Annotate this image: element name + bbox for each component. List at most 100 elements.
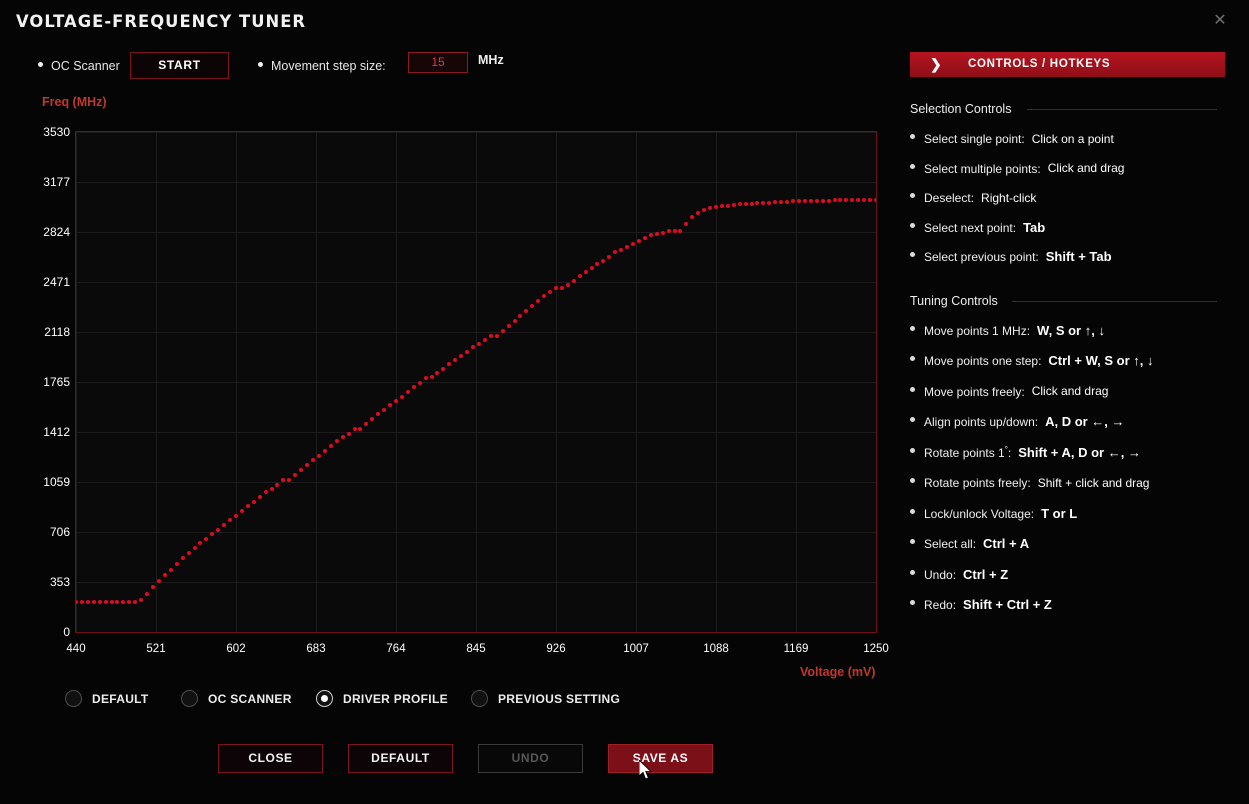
curve-point[interactable] bbox=[86, 600, 90, 604]
curve-point[interactable] bbox=[435, 371, 439, 375]
close-button[interactable]: CLOSE bbox=[218, 744, 323, 773]
curve-point[interactable] bbox=[501, 329, 505, 333]
curve-point[interactable] bbox=[821, 199, 825, 203]
curve-point[interactable] bbox=[382, 408, 386, 412]
curve-point[interactable] bbox=[827, 199, 831, 203]
curve-point[interactable] bbox=[299, 468, 303, 472]
curve-point[interactable] bbox=[862, 198, 866, 202]
curve-point[interactable] bbox=[495, 334, 499, 338]
curve-point[interactable] bbox=[364, 422, 368, 426]
curve-point[interactable] bbox=[92, 600, 96, 604]
curve-point[interactable] bbox=[145, 592, 149, 596]
curve-point[interactable] bbox=[210, 532, 214, 536]
curve-point[interactable] bbox=[353, 427, 357, 431]
curve-point[interactable] bbox=[406, 390, 410, 394]
default-button[interactable]: DEFAULT bbox=[348, 744, 453, 773]
curve-point[interactable] bbox=[412, 385, 416, 389]
profile-radio-default[interactable]: DEFAULT bbox=[65, 690, 149, 716]
curve-point[interactable] bbox=[536, 299, 540, 303]
curve-point[interactable] bbox=[643, 236, 647, 240]
curve-point[interactable] bbox=[791, 199, 795, 203]
curve-point[interactable] bbox=[797, 199, 801, 203]
curve-point[interactable] bbox=[548, 290, 552, 294]
curve-point[interactable] bbox=[708, 206, 712, 210]
curve-point[interactable] bbox=[874, 198, 877, 202]
plot-area[interactable] bbox=[75, 131, 877, 633]
curve-point[interactable] bbox=[222, 523, 226, 527]
curve-point[interactable] bbox=[447, 362, 451, 366]
curve-point[interactable] bbox=[264, 490, 268, 494]
curve-point[interactable] bbox=[317, 454, 321, 458]
curve-point[interactable] bbox=[240, 509, 244, 513]
curve-point[interactable] bbox=[187, 551, 191, 555]
curve-point[interactable] bbox=[720, 204, 724, 208]
curve-point[interactable] bbox=[104, 600, 108, 604]
curve-point[interactable] bbox=[193, 546, 197, 550]
curve-point[interactable] bbox=[524, 309, 528, 313]
curve-point[interactable] bbox=[518, 314, 522, 318]
curve-point[interactable] bbox=[578, 274, 582, 278]
radio-unselected-icon[interactable] bbox=[65, 690, 82, 707]
curve-point[interactable] bbox=[376, 412, 380, 416]
curve-point[interactable] bbox=[270, 487, 274, 491]
curve-point[interactable] bbox=[228, 518, 232, 522]
curve-point[interactable] bbox=[394, 399, 398, 403]
curve-point[interactable] bbox=[726, 204, 730, 208]
curve-point[interactable] bbox=[738, 202, 742, 206]
curve-point[interactable] bbox=[80, 600, 84, 604]
curve-point[interactable] bbox=[607, 255, 611, 259]
curve-point[interactable] bbox=[430, 375, 434, 379]
curve-point[interactable] bbox=[293, 473, 297, 477]
curve-point[interactable] bbox=[246, 504, 250, 508]
curve-point[interactable] bbox=[560, 286, 564, 290]
curve-point[interactable] bbox=[163, 573, 167, 577]
curve-point[interactable] bbox=[252, 500, 256, 504]
curve-point[interactable] bbox=[755, 201, 759, 205]
curve-point[interactable] bbox=[761, 201, 765, 205]
radio-selected-icon[interactable] bbox=[316, 690, 333, 707]
curve-point[interactable] bbox=[198, 541, 202, 545]
curve-point[interactable] bbox=[649, 233, 653, 237]
radio-unselected-icon[interactable] bbox=[471, 690, 488, 707]
curve-point[interactable] bbox=[400, 395, 404, 399]
profile-radio-oc-scanner[interactable]: OC SCANNER bbox=[181, 690, 292, 716]
curve-point[interactable] bbox=[850, 198, 854, 202]
curve-point[interactable] bbox=[465, 350, 469, 354]
curve-point[interactable] bbox=[613, 250, 617, 254]
curve-point[interactable] bbox=[637, 239, 641, 243]
curve-point[interactable] bbox=[275, 483, 279, 487]
curve-point[interactable] bbox=[489, 334, 493, 338]
curve-point[interactable] bbox=[323, 449, 327, 453]
curve-point[interactable] bbox=[459, 354, 463, 358]
curve-point[interactable] bbox=[370, 417, 374, 421]
curve-point[interactable] bbox=[601, 259, 605, 263]
curve-point[interactable] bbox=[441, 367, 445, 371]
curve-point[interactable] bbox=[595, 262, 599, 266]
radio-unselected-icon[interactable] bbox=[181, 690, 198, 707]
curve-point[interactable] bbox=[702, 208, 706, 212]
curve-point[interactable] bbox=[554, 286, 558, 290]
curve-point[interactable] bbox=[335, 439, 339, 443]
curve-point[interactable] bbox=[838, 198, 842, 202]
curve-point[interactable] bbox=[619, 248, 623, 252]
panel-header[interactable]: ❯ CONTROLS / HOTKEYS bbox=[910, 52, 1225, 77]
curve-point[interactable] bbox=[258, 495, 262, 499]
curve-point[interactable] bbox=[815, 199, 819, 203]
curve-point[interactable] bbox=[744, 202, 748, 206]
curve-point[interactable] bbox=[418, 381, 422, 385]
curve-point[interactable] bbox=[388, 403, 392, 407]
curve-point[interactable] bbox=[358, 427, 362, 431]
curve-point[interactable] bbox=[305, 463, 309, 467]
save-as-button[interactable]: SAVE AS bbox=[608, 744, 713, 773]
curve-point[interactable] bbox=[329, 444, 333, 448]
curve-point[interactable] bbox=[115, 600, 119, 604]
curve-point[interactable] bbox=[75, 600, 78, 604]
curve-point[interactable] bbox=[347, 432, 351, 436]
curve-point[interactable] bbox=[477, 342, 481, 346]
curve-point[interactable] bbox=[673, 229, 677, 233]
curve-point[interactable] bbox=[750, 202, 754, 206]
curve-point[interactable] bbox=[157, 579, 161, 583]
curve-point[interactable] bbox=[667, 229, 671, 233]
curve-point[interactable] bbox=[655, 232, 659, 236]
curve-point[interactable] bbox=[844, 198, 848, 202]
